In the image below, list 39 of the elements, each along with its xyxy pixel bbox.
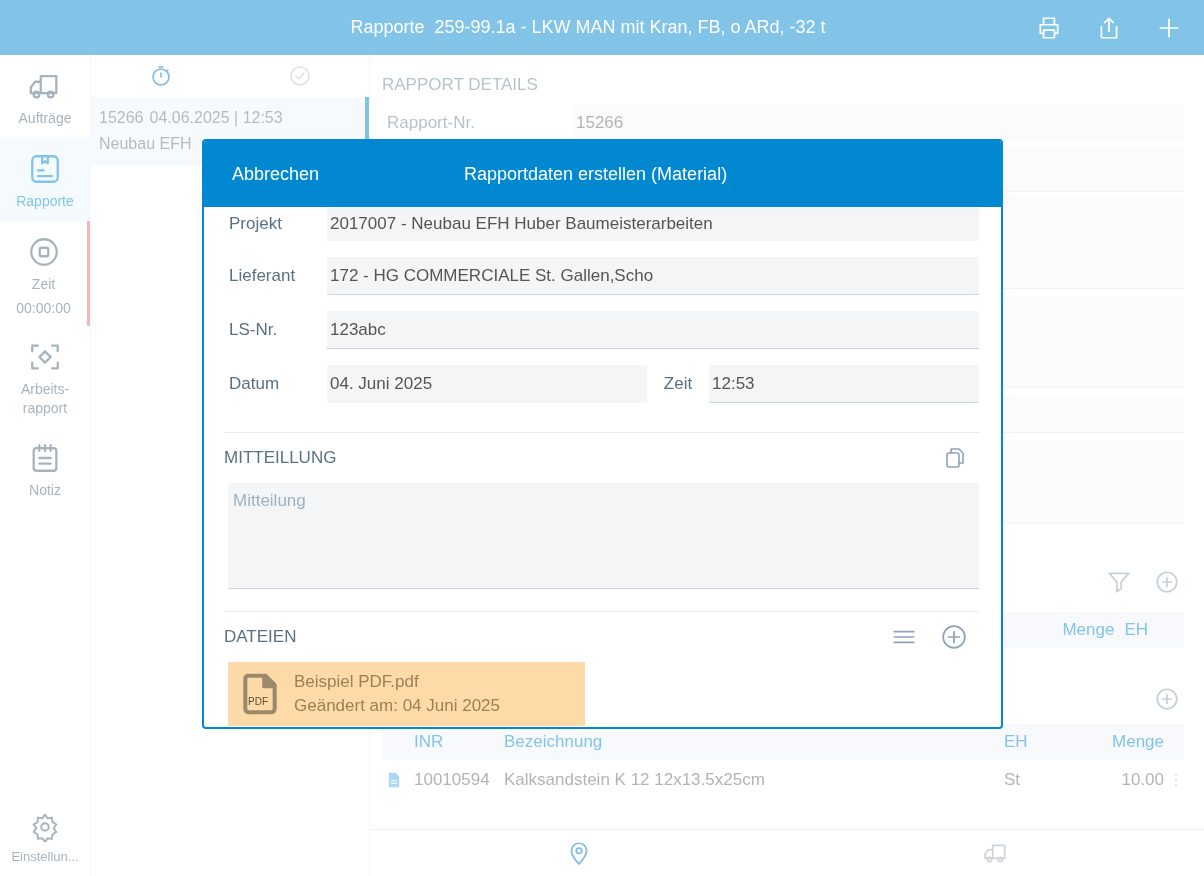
document-icon [386, 772, 402, 788]
table-cell-text: St [1004, 770, 1022, 790]
field-label: Lieferant [228, 266, 297, 286]
time-field[interactable]: 12:53 [709, 365, 979, 403]
settings-icon [30, 812, 60, 843]
sidebar-item[interactable]: Notiz [0, 427, 90, 511]
file-type-label: PDF [248, 696, 268, 708]
section-heading: RAPPORT DETAILS [382, 75, 539, 95]
field-value: 15266 [575, 113, 624, 133]
sidebar-item[interactable]: Rapporte [0, 137, 90, 221]
table-cell-text: 10.00 [1120, 770, 1164, 790]
sidebar-item[interactable]: Zeit 00:00:00 [0, 220, 90, 326]
file-date: Geändert am: 04 Juni 2025 [294, 695, 501, 717]
add-circle-icon[interactable] [1154, 569, 1180, 595]
input-field[interactable]: 172 - HG COMMERCIALE St. Gallen,Scho [327, 257, 979, 295]
sidebar-item[interactable]: Arbeits- rapport [0, 325, 90, 428]
date-field[interactable]: 04. Juni 2025 [327, 365, 647, 403]
file-item[interactable]: PDF Beispiel PDF.pdf Geändert am: 04 Juni 2025 [228, 662, 585, 726]
field-label: Projekt [228, 214, 283, 234]
vehicle-selector[interactable]: 259-99.1a - LKW MAN mit Kran, FB, o ARd, -32 t [434, 17, 826, 38]
field-label: Zeit [662, 374, 694, 394]
dialog-title: Rapportdaten erstellen (Material) [464, 163, 728, 185]
field-label: Datum [228, 374, 281, 394]
section-heading: DATEIEN [224, 627, 297, 647]
input-field[interactable]: 2017007 - Neubau EFH Huber Baumeisterarbeiten [327, 207, 979, 241]
table-row[interactable]: 10010594 Kalksandstein K 12 12x13.5x25cm St 10.00 [382, 760, 1184, 800]
sidebar-item[interactable]: Aufträge [0, 55, 90, 138]
message-field[interactable]: Mitteilung [228, 483, 979, 589]
screen-title: Rapporte [350, 17, 425, 38]
section-heading: MITTEILLUNG [224, 448, 337, 468]
field-label: Rapport-Nr. [382, 105, 573, 141]
filter-icon[interactable] [1106, 569, 1132, 595]
add-circle-icon[interactable] [1154, 686, 1180, 712]
field-label: LS-Nr. [228, 320, 279, 340]
table-cell-text: 10010594 [414, 770, 491, 790]
file-name: Beispiel PDF.pdf [294, 671, 420, 693]
table-cell-text: Kalksandstein K 12 12x13.5x25cm [504, 770, 766, 790]
input-field[interactable]: 123abc [327, 311, 979, 349]
settings-item[interactable]: Einstellun... [0, 798, 90, 876]
